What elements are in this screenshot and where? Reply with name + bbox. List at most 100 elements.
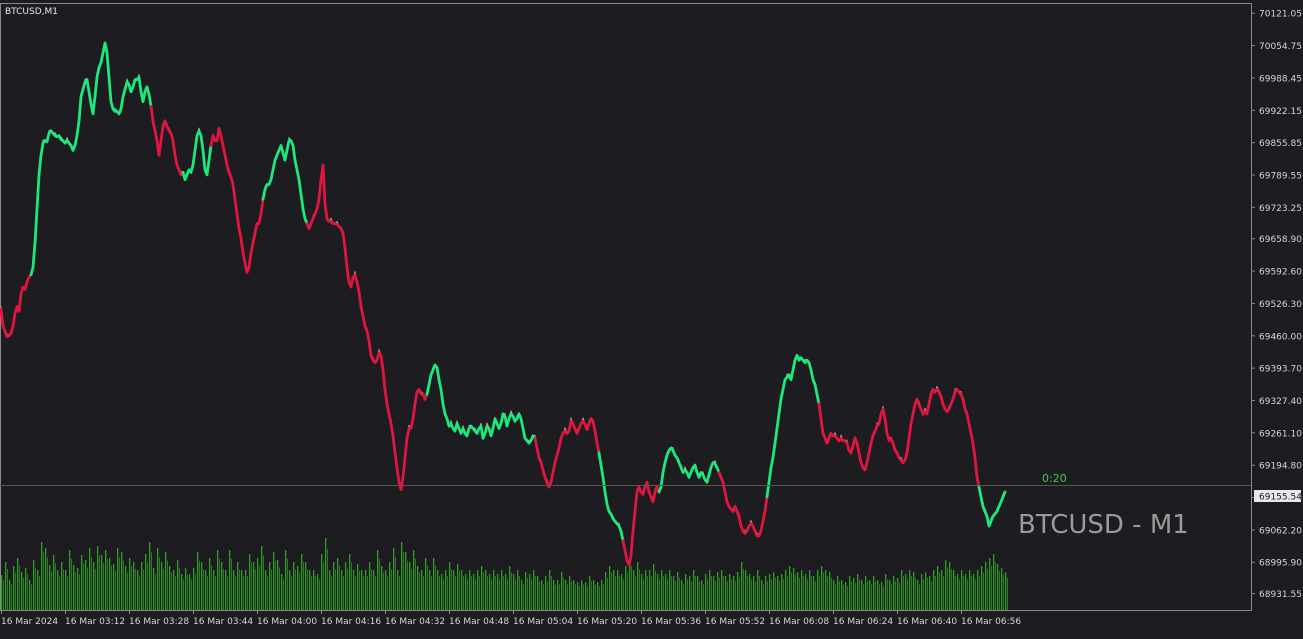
volume-bar [341,570,343,610]
volume-bar [357,564,359,610]
volume-bar [955,576,956,610]
time-tick-label: 16 Mar 05:36 [641,617,701,627]
volume-bar [493,570,495,610]
volume-bar [385,570,387,610]
volume-bar [531,579,532,610]
volume-bar [857,574,859,610]
volume-bar [41,542,43,610]
volume-bar [285,550,287,610]
volume-bar [169,566,171,610]
volume-bar [143,569,144,610]
volume-bar [47,557,48,610]
volume-bar [577,582,579,610]
volume-bar [883,586,884,610]
volume-bar [783,579,784,610]
volume-bar [57,570,59,610]
volume-bar [21,572,23,610]
volume-bar [897,578,899,610]
volume-bar [889,580,891,610]
volume-bar [217,550,219,610]
volume-bar [609,566,611,610]
volume-bar [119,557,120,610]
volume-bar [777,576,779,610]
volume-bar [75,571,76,610]
volume-bar [791,572,792,610]
volume-bar [635,576,636,610]
volume-bar [27,574,28,610]
volume-bar [689,576,691,610]
volume-bar [919,584,920,610]
volume-bar [437,570,439,610]
volume-bar [683,584,684,610]
volume-bar [795,574,796,610]
volume-bar [215,576,216,610]
volume-bar [831,577,832,610]
price-tick-label: 69988.45 [1259,74,1302,84]
volume-bar [337,558,339,610]
volume-bar [579,586,580,610]
volume-bar [201,562,203,610]
volume-bar [789,566,791,610]
volume-bar [187,574,188,610]
volume-bar [905,574,907,610]
chart-window[interactable]: 70121.05 70054.75 69988.45 69922.15 69855.85… [0,0,1303,635]
volume-bar [589,576,591,610]
volume-bar [323,562,324,610]
volume-bar [383,572,384,610]
volume-bar [523,584,524,610]
volume-bar [371,569,372,610]
volume-bar [613,570,615,610]
volume-bar [525,572,527,610]
volume-bar [753,576,755,610]
volume-bar [275,560,276,610]
volume-bar [167,560,168,610]
volume-bar [63,569,64,610]
volume-bar [879,584,880,610]
volume-bar [557,580,559,610]
price-tick-label: 69526.30 [1259,300,1302,310]
volume-bar [821,566,823,610]
volume-bar [797,572,799,610]
volume-bar [679,577,680,610]
volume-bar [651,576,652,610]
volume-bar [681,580,683,610]
volume-bar [325,538,327,610]
volume-bar [533,570,535,610]
volume-bar [915,577,916,610]
volume-bar [123,560,124,610]
volume-bar [1003,574,1004,610]
volume-bar [537,576,539,610]
volume-bar [163,569,164,610]
volume-bar [653,564,655,610]
volume-bar [835,584,836,610]
volume-bar [9,580,11,610]
volume-bar [457,564,459,610]
volume-bar [219,559,220,610]
volume-bar [657,574,659,610]
volume-bar [211,565,212,610]
volume-bar [61,562,63,610]
volume-bar [901,570,903,610]
volume-bar [725,576,727,610]
volume-bar [153,568,155,610]
volume-bar [471,576,472,610]
volume-bar [575,584,576,610]
volume-bar [873,576,875,610]
volume-bar [99,555,100,610]
volume-bar [403,552,404,610]
volume-bar [539,581,540,610]
volume-bar [351,562,352,610]
volume-bar [459,570,460,610]
volume-bar [643,579,644,610]
volume-bar [979,576,980,610]
volume-bar [989,558,991,610]
volume-bar [205,570,207,610]
price-chart[interactable]: 70121.05 70054.75 69988.45 69922.15 69855.85… [0,0,1303,635]
volume-bar [927,577,928,610]
volume-bar [349,554,351,610]
time-tick-label: 16 Mar 03:44 [193,617,253,627]
volume-bar [885,574,887,610]
volume-bar [823,572,824,610]
volume-bar [953,570,955,610]
volume-bar [185,568,187,610]
